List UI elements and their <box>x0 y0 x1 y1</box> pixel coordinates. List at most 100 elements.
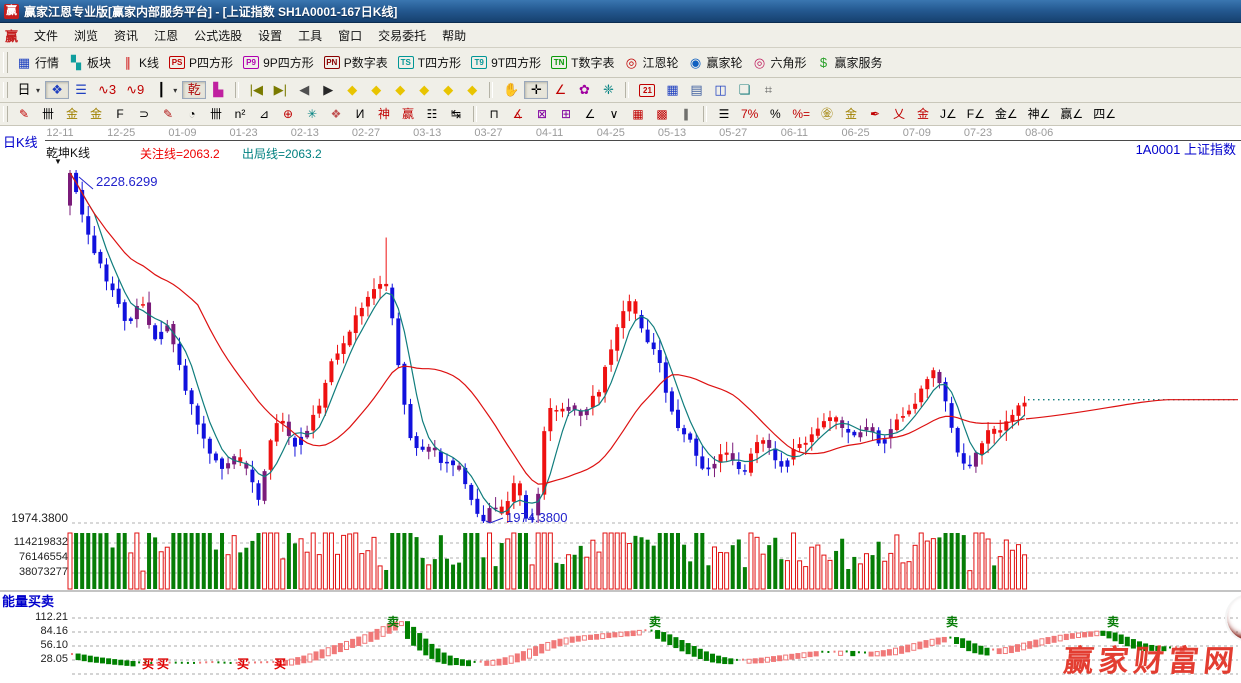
menu-item-7[interactable]: 工具 <box>290 26 330 46</box>
shen-ruler-tool[interactable]: 神 <box>372 105 396 123</box>
floating-red-ball-button[interactable] <box>1225 594 1241 642</box>
prev-bar-button[interactable]: ◀ <box>292 81 316 99</box>
menu-item-3[interactable]: 资讯 <box>106 26 146 46</box>
diamond-horizontal-button[interactable]: ◆ <box>388 81 412 99</box>
send-network-button[interactable]: ❏ <box>732 81 756 99</box>
title-bar[interactable]: 赢 赢家江恩专业版[赢家内部服务平台] - [上证指数 SH1A0001-167… <box>0 0 1241 23</box>
x-lines-tool[interactable]: 乂 <box>887 105 911 123</box>
t9-square-button[interactable]: T9 9T四方形 <box>466 52 546 73</box>
fan-box-dense-tool[interactable]: ⊞ <box>554 105 578 123</box>
sectors-button[interactable]: ▚ 板块 <box>64 52 116 73</box>
quotes-button[interactable]: ▦ 行情 <box>12 52 64 73</box>
pen-ruler-tool[interactable]: ✎ <box>156 105 180 123</box>
flower-tool-button[interactable]: ✿ <box>572 81 596 99</box>
fan-box-purple-tool[interactable]: ⊠ <box>530 105 554 123</box>
j-angle-tool[interactable]: J∠ <box>935 105 962 123</box>
qiankun-kline-button[interactable]: 乾 <box>182 81 207 99</box>
menu-item-2[interactable]: 浏览 <box>66 26 106 46</box>
p-square-button[interactable]: PS P四方形 <box>164 52 238 73</box>
zigzag-tool[interactable]: ∨ <box>602 105 626 123</box>
fan-lines-black-tool[interactable]: ∠ <box>578 105 602 123</box>
toolbar-grip[interactable] <box>3 81 8 99</box>
menu-item-5[interactable]: 公式选股 <box>186 26 250 46</box>
percent7-tool[interactable]: 7% <box>736 105 763 123</box>
info-list-button[interactable]: ☰ <box>69 81 93 99</box>
chart-area[interactable]: 卖卖卖卖买买买买 日K线 12-11 12-25 01-09 01-23 02-13 02… <box>0 126 1241 683</box>
percent-tool[interactable]: % <box>763 105 787 123</box>
menu-item-9[interactable]: 交易委托 <box>370 26 434 46</box>
si-angle-tool[interactable]: 四∠ <box>1088 105 1121 123</box>
gold-gann-tool-1[interactable]: 金 <box>60 105 84 123</box>
f-ruler-tool[interactable]: F <box>108 105 132 123</box>
star-web-tool[interactable]: ✳ <box>300 105 324 123</box>
gold-gann-tool-2[interactable]: 金 <box>84 105 108 123</box>
winner-wheel-button[interactable]: ◉ 赢家轮 <box>683 52 747 73</box>
first-bar-button[interactable]: |◀ <box>244 81 268 99</box>
diamond-all-button[interactable]: ◆ <box>460 81 484 99</box>
candle-style-selector[interactable]: ┃ ▾ <box>149 81 182 99</box>
p9-square-button[interactable]: P9 9P四方形 <box>238 52 319 73</box>
knot-tool-button[interactable]: ❈ <box>596 81 620 99</box>
width-arrows-tool[interactable]: ↹ <box>444 105 468 123</box>
volume-profile-button[interactable]: ▙ <box>206 81 230 99</box>
toolbar-grip[interactable] <box>3 52 8 73</box>
notes-button[interactable]: ▤ <box>684 81 708 99</box>
menu-item-6[interactable]: 设置 <box>250 26 290 46</box>
parallel-lines-tool[interactable]: ∥ <box>674 105 698 123</box>
ruler-ticks-tool[interactable]: 卌 <box>36 105 60 123</box>
price-levels-tool[interactable]: ☰ <box>712 105 736 123</box>
gua-pen-tool[interactable]: ✒ <box>863 105 887 123</box>
p-number-table-button[interactable]: PN P数字表 <box>319 52 393 73</box>
arc-ruler-tool[interactable]: ⊃ <box>132 105 156 123</box>
wave3-button[interactable]: ∿3 <box>93 81 121 99</box>
calendar-button[interactable]: 21 <box>634 82 660 99</box>
gold-underline-tool[interactable]: 金 <box>911 105 935 123</box>
kline-button[interactable]: ∥ K线 <box>116 52 164 73</box>
gold-lines-tool[interactable]: 金 <box>839 105 863 123</box>
fan-lines-red-tool[interactable]: ∡ <box>506 105 530 123</box>
grid-box-tool[interactable]: ▦ <box>626 105 650 123</box>
n-quote-tool[interactable]: И <box>348 105 372 123</box>
pen-tool[interactable]: ✎ <box>12 105 36 123</box>
t-number-table-button[interactable]: TN T数字表 <box>546 52 619 73</box>
winner-service-button[interactable]: $ 赢家服务 <box>812 52 888 73</box>
period-day-selector[interactable]: 日 ▾ <box>12 81 45 99</box>
angle-mirror-tool[interactable]: ⊿ <box>252 105 276 123</box>
diamond-star-button[interactable]: ◆ <box>436 81 460 99</box>
n2-ruler-tool[interactable]: n² <box>228 105 252 123</box>
percent-lines-tool[interactable]: %= <box>787 105 815 123</box>
gold-circle-tool[interactable]: ㊎ <box>815 105 839 123</box>
ying-ruler-tool[interactable]: 赢 <box>396 105 420 123</box>
circle-cross-tool[interactable]: ⊕ <box>276 105 300 123</box>
toolbar-grip[interactable] <box>3 106 8 122</box>
clock-circle-tool[interactable]: ◔ <box>180 105 204 123</box>
diamond-left-button[interactable]: ◆ <box>340 81 364 99</box>
pan-hand-button[interactable]: ✋ <box>498 81 524 99</box>
f-angle-tool[interactable]: F∠ <box>962 105 990 123</box>
t-square-button[interactable]: TS T四方形 <box>393 52 466 73</box>
diamond-right-button[interactable]: ◆ <box>364 81 388 99</box>
pattern-lines-button[interactable]: ❖ <box>45 81 70 99</box>
calculator-button[interactable]: ▦ <box>660 81 684 99</box>
next-bar-button[interactable]: ▶ <box>316 81 340 99</box>
menu-item-10[interactable]: 帮助 <box>434 26 474 46</box>
save-button[interactable]: ◫ <box>708 81 732 99</box>
hexagon-button[interactable]: ◎ 六角形 <box>748 52 812 73</box>
shen-angle-tool[interactable]: 神∠ <box>1023 105 1056 123</box>
ruler-ticks-tool-2[interactable]: 卌 <box>204 105 228 123</box>
last-bar-button[interactable]: ▶| <box>268 81 292 99</box>
remote-computer-button[interactable]: ⌗ <box>756 81 780 99</box>
angle-measure-button[interactable]: ∠ <box>548 81 572 99</box>
menu-item-1[interactable]: 文件 <box>26 26 66 46</box>
grid-box-tool-2[interactable]: ▩ <box>650 105 674 123</box>
gold-angle-tool[interactable]: 金∠ <box>990 105 1023 123</box>
crosshair-button[interactable]: ✛ <box>524 81 549 99</box>
menu-item-4[interactable]: 江恩 <box>146 26 186 46</box>
wave9-button[interactable]: ∿9 <box>121 81 149 99</box>
gann-wheel-button[interactable]: ◎ 江恩轮 <box>619 52 683 73</box>
ying-angle-tool[interactable]: 赢∠ <box>1055 105 1088 123</box>
web-box-tool[interactable]: ❖ <box>324 105 348 123</box>
ruler-123-tool[interactable]: ☷ <box>420 105 444 123</box>
diamond-cross-button[interactable]: ◆ <box>412 81 436 99</box>
gate-tool[interactable]: ⊓ <box>482 105 506 123</box>
